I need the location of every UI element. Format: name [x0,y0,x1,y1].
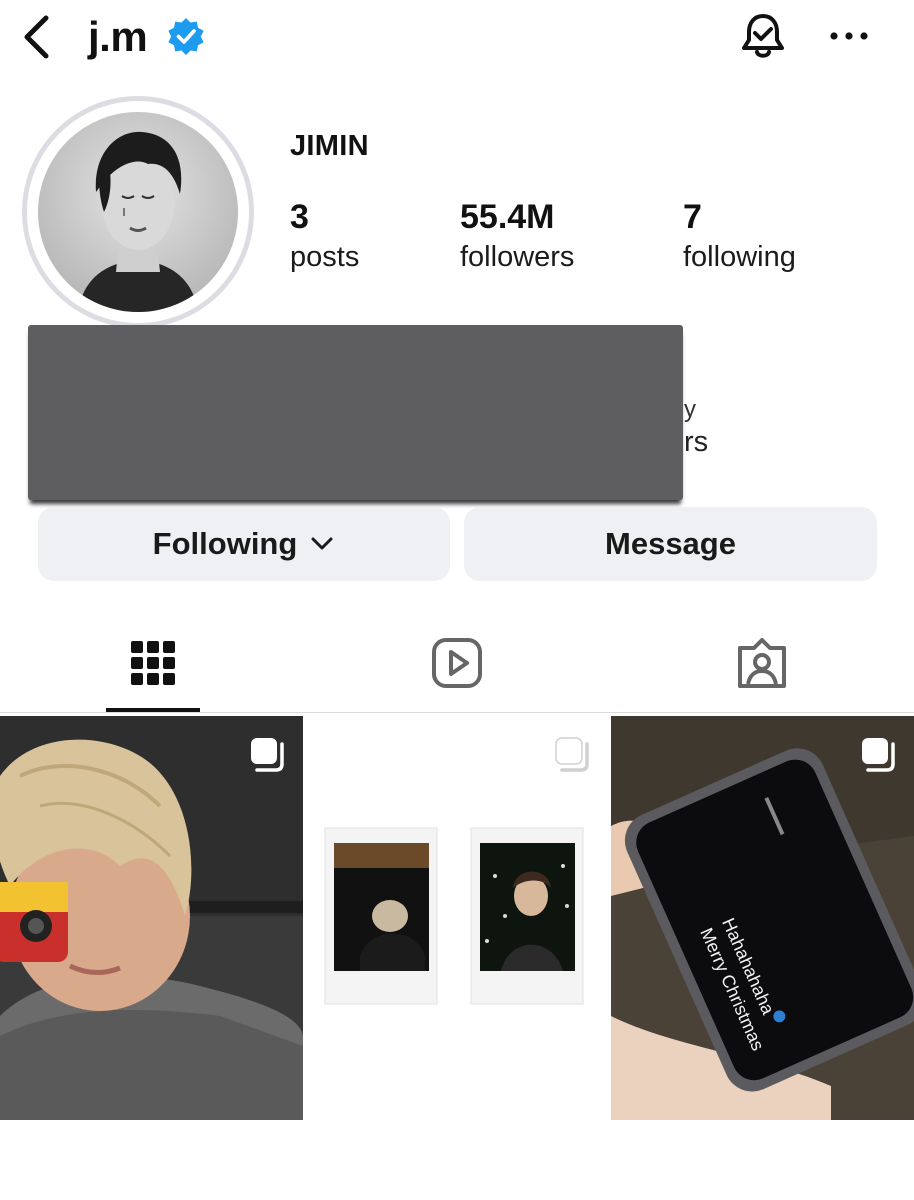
notifications-bell-button[interactable] [736,10,790,64]
more-options-button[interactable] [826,14,872,58]
stat-following-label: following [683,241,796,273]
stat-posts-count: 3 [290,198,309,236]
tab-posts-grid[interactable] [118,630,188,696]
stat-followers-count: 55.4M [460,198,555,236]
stat-following-count: 7 [683,198,702,236]
back-button[interactable] [14,12,58,62]
stat-following[interactable]: 7 following [683,196,796,276]
bio-peek-text-1: y [684,396,696,423]
grid-icon [131,641,175,685]
following-button-label: Following [152,526,298,561]
stat-posts[interactable]: 3 posts [290,196,359,276]
tagged-icon [738,638,786,688]
profile-page: j.m JIMIN 3 posts 55.4M followers 7 foll… [0,0,914,1200]
post-1-image [0,716,303,1120]
bio-redaction-block [28,325,683,500]
post-thumbnail-1[interactable] [0,716,303,1120]
stat-followers-label: followers [460,241,575,273]
tab-reels[interactable] [422,630,492,696]
more-horizontal-icon [830,32,868,40]
chevron-down-icon [311,537,333,550]
multi-photo-icon [251,738,284,772]
message-button-label: Message [605,526,736,561]
verified-badge-icon [168,18,204,55]
message-button[interactable]: Message [464,507,877,581]
stat-followers[interactable]: 55.4M followers [460,196,574,276]
multi-photo-icon [555,737,589,772]
reels-icon [432,638,482,688]
stat-posts-label: posts [290,241,360,273]
post-thumbnail-2[interactable] [305,716,608,1120]
post-3-image: Merry Christmas Hahahahaha [611,716,914,1120]
post-thumbnail-3[interactable]: Merry Christmas Hahahahaha [611,716,914,1120]
multi-photo-icon [862,738,895,772]
profile-display-name: JIMIN [290,130,369,162]
post-2-image [305,716,608,1120]
bio-peek-text-2: rs [684,426,709,458]
profile-username: j.m [88,13,148,60]
tab-tagged[interactable] [727,630,797,696]
avatar-photo [38,112,238,312]
top-bar: j.m [0,0,914,80]
tabs-divider [0,712,914,713]
following-button[interactable]: Following [38,507,450,581]
chevron-left-icon [24,15,49,59]
bell-check-icon [742,14,784,58]
profile-avatar[interactable] [38,112,238,312]
